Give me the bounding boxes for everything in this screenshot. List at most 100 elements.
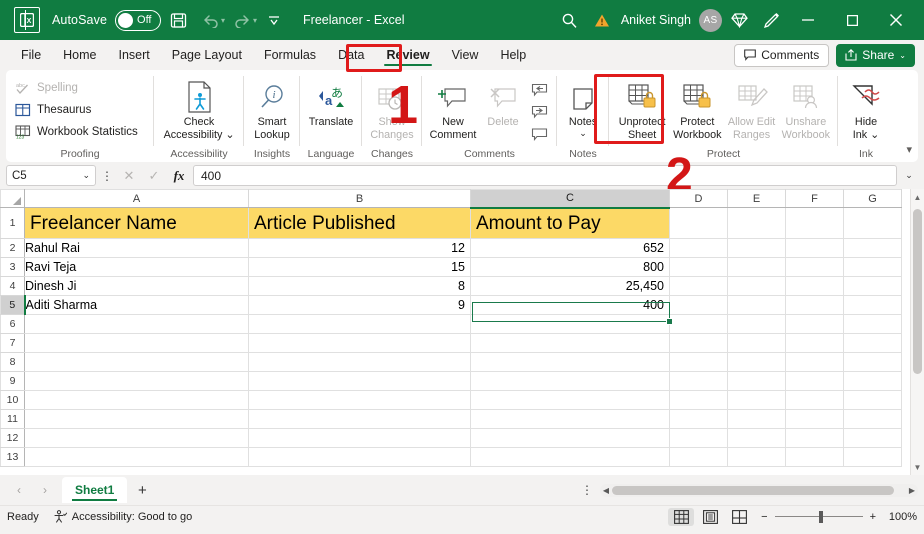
cell-f6[interactable] [785, 314, 844, 334]
notes-caret-icon[interactable]: ⌄ [579, 127, 587, 140]
cell-g5[interactable] [843, 295, 902, 315]
share-caret-icon[interactable]: ⌄ [899, 51, 906, 60]
cell-f10[interactable] [785, 390, 844, 410]
cell-f13[interactable] [785, 447, 844, 467]
notes-button[interactable]: Notes ⌄ [562, 75, 604, 139]
previous-sheet-icon[interactable]: ‹ [6, 477, 32, 503]
cell-e12[interactable] [727, 428, 786, 448]
cell-a9[interactable] [24, 371, 249, 391]
cell-g6[interactable] [843, 314, 902, 334]
row-header-5[interactable]: 5 [0, 295, 26, 315]
spreadsheet-grid[interactable]: A B C D E F G 1 Freelancer Name Article … [0, 189, 924, 475]
delete-comment-button[interactable]: Delete [479, 75, 527, 129]
workbook-statistics-button[interactable]: 123 Workbook Statistics [11, 122, 142, 142]
cell-f7[interactable] [785, 333, 844, 353]
cell-g3[interactable] [843, 257, 902, 277]
scroll-up-icon[interactable]: ▲ [911, 189, 924, 205]
cell-c5[interactable]: 400 [470, 295, 670, 315]
cell-a2[interactable]: Rahul Rai [24, 238, 249, 258]
customize-quick-access-icon[interactable] [259, 5, 289, 35]
add-sheet-button[interactable]: + [127, 477, 157, 503]
vertical-scroll-thumb[interactable] [913, 209, 922, 374]
hscroll-right-icon[interactable]: ▶ [906, 486, 918, 495]
name-box[interactable]: C5 ⌄ [6, 165, 96, 186]
cell-g13[interactable] [843, 447, 902, 467]
cell-c7[interactable] [470, 333, 670, 353]
cell-a12[interactable] [24, 428, 249, 448]
cell-f8[interactable] [785, 352, 844, 372]
cell-b9[interactable] [248, 371, 471, 391]
pen-icon[interactable] [756, 5, 786, 35]
row-header-13[interactable]: 13 [0, 447, 25, 467]
cell-g12[interactable] [843, 428, 902, 448]
cell-g2[interactable] [843, 238, 902, 258]
cell-e3[interactable] [727, 257, 786, 277]
show-changes-button[interactable]: Show Changes [367, 75, 417, 141]
next-sheet-icon[interactable]: › [32, 477, 58, 503]
cell-c4[interactable]: 25,450 [470, 276, 670, 296]
undo-dropdown-caret-icon[interactable]: ▾ [221, 16, 225, 25]
cell-f4[interactable] [785, 276, 844, 296]
cell-d7[interactable] [669, 333, 728, 353]
comments-button[interactable]: Comments [734, 43, 830, 67]
cell-b11[interactable] [248, 409, 471, 429]
column-header-f[interactable]: F [785, 189, 844, 208]
hide-ink-button[interactable]: Hide Ink ⌄ [843, 75, 889, 141]
cell-b2[interactable]: 12 [248, 238, 471, 258]
cell-c2[interactable]: 652 [470, 238, 670, 258]
autosave-toggle[interactable]: Off [115, 9, 162, 31]
cell-a1[interactable]: Freelancer Name [24, 207, 249, 239]
tab-page-layout[interactable]: Page Layout [161, 44, 253, 66]
cell-b8[interactable] [248, 352, 471, 372]
select-all-corner[interactable] [0, 189, 25, 208]
cell-g11[interactable] [843, 409, 902, 429]
avatar[interactable]: AS [699, 8, 722, 32]
cell-d6[interactable] [669, 314, 728, 334]
horizontal-scroll-thumb[interactable] [612, 485, 894, 495]
tab-formulas[interactable]: Formulas [253, 44, 327, 66]
row-header-4[interactable]: 4 [0, 276, 25, 296]
cell-b12[interactable] [248, 428, 471, 448]
tab-home[interactable]: Home [52, 44, 107, 66]
cell-f11[interactable] [785, 409, 844, 429]
cell-f3[interactable] [785, 257, 844, 277]
cell-a11[interactable] [24, 409, 249, 429]
zoom-in-button[interactable]: + [870, 511, 876, 523]
cell-d10[interactable] [669, 390, 728, 410]
previous-comment-icon[interactable] [527, 80, 551, 101]
cell-d5[interactable] [669, 295, 728, 315]
cell-g1[interactable] [843, 207, 902, 239]
vertical-scrollbar[interactable]: ▲ ▼ [910, 189, 924, 475]
column-header-e[interactable]: E [727, 189, 786, 208]
check-accessibility-caret-icon[interactable]: ⌄ [225, 129, 234, 141]
confirm-entry-icon[interactable]: ✓ [143, 168, 165, 184]
cell-e9[interactable] [727, 371, 786, 391]
cell-d2[interactable] [669, 238, 728, 258]
row-header-6[interactable]: 6 [0, 314, 25, 334]
cell-b6[interactable] [248, 314, 471, 334]
cell-c12[interactable] [470, 428, 670, 448]
formula-input[interactable]: 400 [193, 165, 897, 186]
cell-f5[interactable] [785, 295, 844, 315]
row-header-9[interactable]: 9 [0, 371, 25, 391]
formula-bar-more-icon[interactable]: ⋮ [99, 169, 115, 183]
cell-e2[interactable] [727, 238, 786, 258]
horizontal-scrollbar[interactable]: ◀ ▶ [600, 483, 918, 497]
diamond-icon[interactable] [724, 5, 754, 35]
zoom-slider[interactable] [774, 510, 863, 523]
cell-g9[interactable] [843, 371, 902, 391]
cell-b7[interactable] [248, 333, 471, 353]
column-header-d[interactable]: D [669, 189, 728, 208]
zoom-slider-handle[interactable] [818, 510, 823, 523]
cell-a7[interactable] [24, 333, 249, 353]
cell-c1[interactable]: Amount to Pay [470, 207, 670, 239]
scroll-down-icon[interactable]: ▼ [911, 459, 924, 475]
cell-a6[interactable] [24, 314, 249, 334]
cell-f2[interactable] [785, 238, 844, 258]
cell-c11[interactable] [470, 409, 670, 429]
cell-c6[interactable] [470, 314, 670, 334]
row-header-11[interactable]: 11 [0, 409, 25, 429]
cell-d13[interactable] [669, 447, 728, 467]
sheet-bar-more-icon[interactable]: ⋮ [578, 483, 596, 497]
cell-f9[interactable] [785, 371, 844, 391]
